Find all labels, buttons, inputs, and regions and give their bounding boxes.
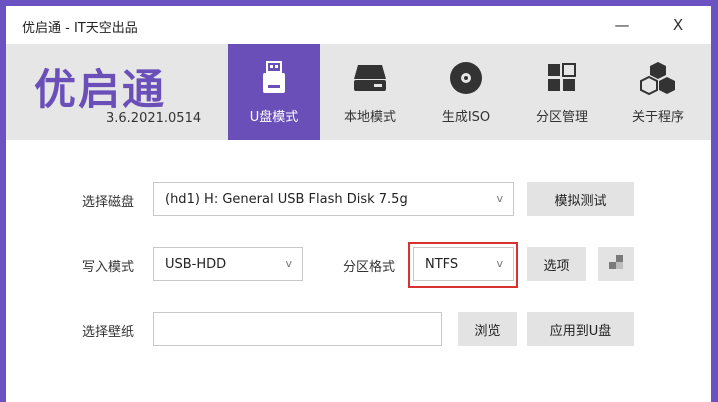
disc-icon [448,60,484,96]
main-panel: 选择磁盘 (hd1) H: General USB Flash Disk 7.5… [6,140,711,402]
extra-options-button[interactable] [598,247,634,281]
tab-partition-manage[interactable]: 分区管理 [516,44,608,140]
app-window: 优启通 - IT天空出品 — X 优启通 3.6.2021.0514 U盘模式 [6,6,711,402]
header-bar: 优启通 3.6.2021.0514 U盘模式 本地模式 生成ISO 分区管理 关… [6,44,711,140]
tab-usb-mode-label: U盘模式 [249,110,299,125]
close-button[interactable]: X [658,10,698,40]
disk-select-value: (hd1) H: General USB Flash Disk 7.5g [165,191,408,207]
title-bar: 优启通 - IT天空出品 — X [6,6,711,44]
app-logo: 优启通 [34,65,167,114]
wallpaper-path-input[interactable] [153,312,442,346]
apply-to-usb-button[interactable]: 应用到U盘 [527,312,634,346]
tab-local-mode-label: 本地模式 [343,110,396,125]
tab-local-mode[interactable]: 本地模式 [324,44,416,140]
simulate-test-button[interactable]: 模拟测试 [527,182,634,216]
tab-about[interactable]: 关于程序 [612,44,704,140]
browse-button[interactable]: 浏览 [458,312,517,346]
partition-format-select[interactable]: NTFS v [413,247,514,281]
write-mode-value: USB-HDD [165,256,227,272]
options-button[interactable]: 选项 [527,247,586,281]
minimize-button[interactable]: — [602,10,642,40]
hard-disk-icon [352,60,388,96]
write-mode-label: 写入模式 [82,260,135,275]
partition-grid-icon [544,60,580,96]
usb-drive-icon [256,60,292,96]
chevron-down-icon: v [285,257,292,270]
tab-create-iso[interactable]: 生成ISO [420,44,512,140]
partition-format-value: NTFS [425,256,459,272]
select-disk-label: 选择磁盘 [82,195,135,210]
select-wallpaper-label: 选择壁纸 [82,325,135,340]
disk-select[interactable]: (hd1) H: General USB Flash Disk 7.5g v [153,182,514,216]
cubes-icon [640,60,676,96]
tab-partition-manage-label: 分区管理 [535,110,588,125]
partition-format-label: 分区格式 [343,260,396,275]
chevron-down-icon: v [496,257,503,270]
chevron-down-icon: v [496,192,503,205]
tab-usb-mode[interactable]: U盘模式 [228,44,320,140]
write-mode-select[interactable]: USB-HDD v [153,247,303,281]
close-icon: X [672,16,684,34]
squares-icon [608,254,624,274]
window-title: 优启通 - IT天空出品 [22,21,138,36]
tab-about-label: 关于程序 [631,110,684,125]
version-label: 3.6.2021.0514 [106,111,202,126]
minimize-icon: — [614,16,630,34]
tab-create-iso-label: 生成ISO [441,110,491,125]
